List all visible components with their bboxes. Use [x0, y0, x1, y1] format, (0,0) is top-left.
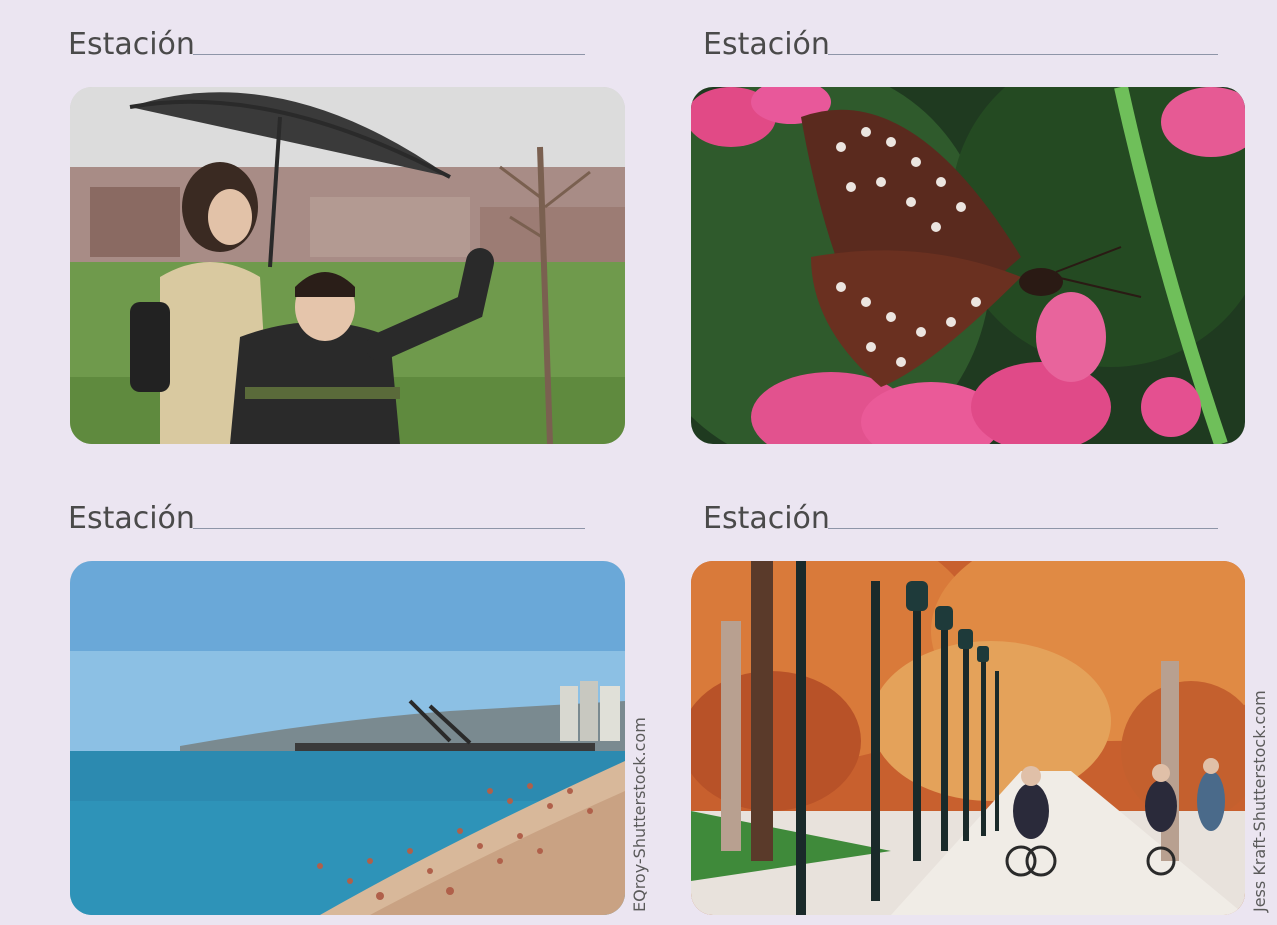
beach-photo [70, 561, 625, 915]
rain-scene-photo [70, 87, 625, 444]
worksheet-page: Estación Estación Estación Estación EQro… [0, 0, 1277, 925]
station-label-1: Estación [68, 27, 195, 62]
butterfly-photo [691, 87, 1245, 444]
autumn-park-photo [691, 561, 1245, 915]
photo-credit-left: EQroy-Shutterstock.com [630, 717, 649, 912]
answer-line-4[interactable] [828, 528, 1218, 529]
answer-line-3[interactable] [193, 528, 585, 529]
answer-line-1[interactable] [193, 54, 585, 55]
station-label-3: Estación [68, 501, 195, 536]
station-label-4: Estación [703, 501, 830, 536]
answer-line-2[interactable] [828, 54, 1218, 55]
photo-credit-right: Jess Kraft-Shutterstock.com [1250, 690, 1269, 912]
station-label-2: Estación [703, 27, 830, 62]
